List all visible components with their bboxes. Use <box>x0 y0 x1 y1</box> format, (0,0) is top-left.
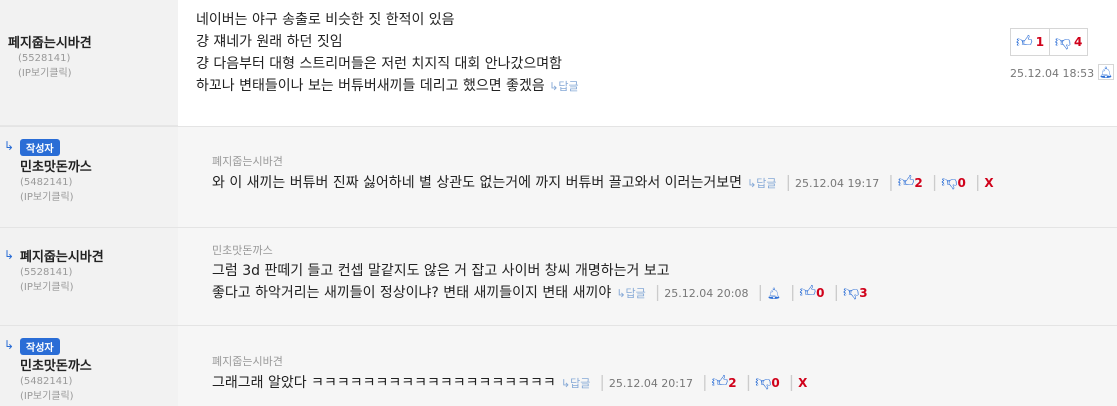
reply-link[interactable]: ↳답글 <box>616 287 645 300</box>
thumb-up-icon: 👍︎ <box>799 282 817 301</box>
downvote-button[interactable]: 👎︎0 <box>941 172 966 191</box>
comment-main: 폐지줍는시바견 그래그래 알았다 ㅋㅋㅋㅋㅋㅋㅋㅋㅋㅋㅋㅋㅋㅋㅋㅋㅋㅋㅋ ↳답글… <box>178 326 1117 406</box>
comment-3: ↳ 폐지줍는시바견 (5528141) (IP보기클릭) 민초맛돈까스 그럼 3… <box>0 227 1117 325</box>
comment-body: 와 이 새끼는 버튜버 진짜 싫어하네 별 상관도 없는거에 까지 버튜버 끌고… <box>212 175 742 191</box>
reply-target: 민초맛돈까스 <box>212 244 273 257</box>
reply-arrow-icon: ↳ <box>747 177 757 190</box>
downvote-count: 0 <box>957 176 966 190</box>
comment-line: 네이버는 야구 송출로 비슷한 짓 한적이 있음 <box>196 12 455 28</box>
reply-link[interactable]: ↳답글 <box>561 377 590 390</box>
comment-main: 네이버는 야구 송출로 비슷한 짓 한적이 있음 걍 쟤네가 원래 하던 짓임 … <box>178 0 1117 126</box>
thumb-down-icon: 👎︎ <box>1054 32 1071 51</box>
upvote-count: 2 <box>728 376 737 390</box>
user-id: (5482141) <box>20 177 73 188</box>
downvote-button[interactable]: 👎︎ 4 <box>1049 29 1087 55</box>
user-id: (5528141) <box>20 267 73 278</box>
comment-line: 좋다고 하악거리는 새끼들이 정상이냐? 변태 새끼들이지 변태 새끼야 <box>212 285 612 301</box>
reply-arrow-icon: ↳ <box>616 287 626 300</box>
comment-1: 페지줍는시바견 (5528141) (IP보기클릭) 네이버는 야구 송출로 비… <box>0 0 1117 126</box>
bell-icon: 🔔︎ <box>1099 65 1113 79</box>
reply-link[interactable]: ↳답글 <box>549 80 578 93</box>
comment-row: 와 이 새끼는 버튜버 진짜 싫어하네 별 상관도 없는거에 까지 버튜버 끌고… <box>212 172 994 191</box>
reply-arrow-icon: ↳ <box>560 377 571 390</box>
comment-main: 폐지줍는시바견 와 이 새끼는 버튜버 진짜 싫어하네 별 상관도 없는거에 까… <box>178 127 1117 227</box>
vote-box: 👍︎ 1 👎︎ 4 <box>1010 28 1088 56</box>
downvote-button[interactable]: 👎︎0 <box>755 372 780 391</box>
ip-view-link[interactable]: (IP보기클릭) <box>20 389 178 404</box>
delete-button[interactable]: X <box>798 376 807 390</box>
thumb-up-icon: 👍︎ <box>897 172 915 191</box>
user-nickname[interactable]: 민초맛돈까스 <box>20 355 178 374</box>
user-nickname[interactable]: 페지줍는시바견 <box>8 32 178 51</box>
ip-view-link[interactable]: (IP보기클릭) <box>20 280 178 295</box>
reply-target: 폐지줍는시바견 <box>212 355 283 368</box>
comment-date: 25.12.04 19:17 <box>795 177 880 190</box>
comment-line: 걍 다음부터 대형 스트리머들은 저런 치지직 대회 안나갔으며함 <box>196 56 563 72</box>
downvote-count: 3 <box>859 286 868 300</box>
user-id: (5528141) <box>18 53 71 64</box>
comment-main: 민초맛돈까스 그럼 3d 판떼기 들고 컨셉 말같지도 않은 거 잡고 사이버 … <box>178 228 1117 325</box>
downvote-count: 0 <box>771 376 780 390</box>
reply-arrow-icon: ↳ <box>549 80 559 93</box>
downvote-button[interactable]: 👎︎3 <box>843 282 868 301</box>
comment-user: 폐지줍는시바견 (5528141) (IP보기클릭) <box>0 246 178 295</box>
user-id: (5482141) <box>20 376 73 387</box>
bell-icon[interactable]: 🔔︎ <box>767 287 781 300</box>
thumb-down-icon: 👎︎ <box>755 372 772 391</box>
comment-row: 그래그래 알았다 ㅋㅋㅋㅋㅋㅋㅋㅋㅋㅋㅋㅋㅋㅋㅋㅋㅋㅋㅋ ↳답글 | 25.12.… <box>212 372 808 391</box>
comment-body: 네이버는 야구 송출로 비슷한 짓 한적이 있음 걍 쟤네가 원래 하던 짓임 … <box>196 9 579 98</box>
report-button[interactable]: 🔔︎ <box>1098 64 1114 80</box>
comment-user: 페지줍는시바견 (5528141) (IP보기클릭) <box>0 32 178 81</box>
upvote-count: 1 <box>1035 35 1045 49</box>
comment-date: 25.12.04 18:53 <box>1010 67 1095 80</box>
thumb-down-icon: 👎︎ <box>941 172 958 191</box>
comment-body: 그래그래 알았다 ㅋㅋㅋㅋㅋㅋㅋㅋㅋㅋㅋㅋㅋㅋㅋㅋㅋㅋㅋ <box>212 375 556 391</box>
thumb-down-icon: 👎︎ <box>842 282 860 301</box>
upvote-count: 0 <box>816 286 825 300</box>
ip-view-link[interactable]: (IP보기클릭) <box>20 190 178 205</box>
author-badge: 작성자 <box>20 139 60 156</box>
upvote-button[interactable]: 👍︎0 <box>799 282 824 301</box>
ip-view-link[interactable]: (IP보기클릭) <box>8 66 178 81</box>
comment-line: 하꼬나 변태들이나 보는 버튜버새끼들 데리고 했으면 좋겠음 <box>196 78 545 94</box>
user-nickname[interactable]: 폐지줍는시바견 <box>20 246 178 265</box>
user-nickname[interactable]: 민초맛돈까스 <box>20 156 178 175</box>
thumb-up-icon: 👍︎ <box>711 372 729 391</box>
upvote-button[interactable]: 👍︎ 1 <box>1011 29 1049 55</box>
reply-target: 폐지줍는시바견 <box>212 155 283 168</box>
comment-line: 그럼 3d 판떼기 들고 컨셉 말같지도 않은 거 잡고 사이버 창씨 개명하는… <box>212 263 670 279</box>
thumb-up-icon: 👍︎ <box>1015 32 1033 51</box>
upvote-button[interactable]: 👍︎2 <box>898 172 923 191</box>
upvote-count: 2 <box>914 176 923 190</box>
comment-user: 작성자 민초맛돈까스 (5482141) (IP보기클릭) <box>0 336 178 404</box>
comment-date: 25.12.04 20:08 <box>664 287 749 300</box>
comment-body: 그럼 3d 판떼기 들고 컨셉 말같지도 않은 거 잡고 사이버 창씨 개명하는… <box>212 260 868 304</box>
comment-2: ↳ 작성자 민초맛돈까스 (5482141) (IP보기클릭) 폐지줍는시바견 … <box>0 126 1117 227</box>
comment-4: ↳ 작성자 민초맛돈까스 (5482141) (IP보기클릭) 폐지줍는시바견 … <box>0 325 1117 406</box>
comment-line: 걍 쟤네가 원래 하던 짓임 <box>196 34 343 50</box>
comment-user: 작성자 민초맛돈까스 (5482141) (IP보기클릭) <box>0 137 178 205</box>
downvote-count: 4 <box>1073 35 1083 49</box>
delete-button[interactable]: X <box>984 176 993 190</box>
upvote-button[interactable]: 👍︎2 <box>712 372 737 391</box>
author-badge: 작성자 <box>20 338 60 355</box>
reply-link[interactable]: ↳답글 <box>747 177 776 190</box>
comment-date: 25.12.04 20:17 <box>608 377 694 390</box>
